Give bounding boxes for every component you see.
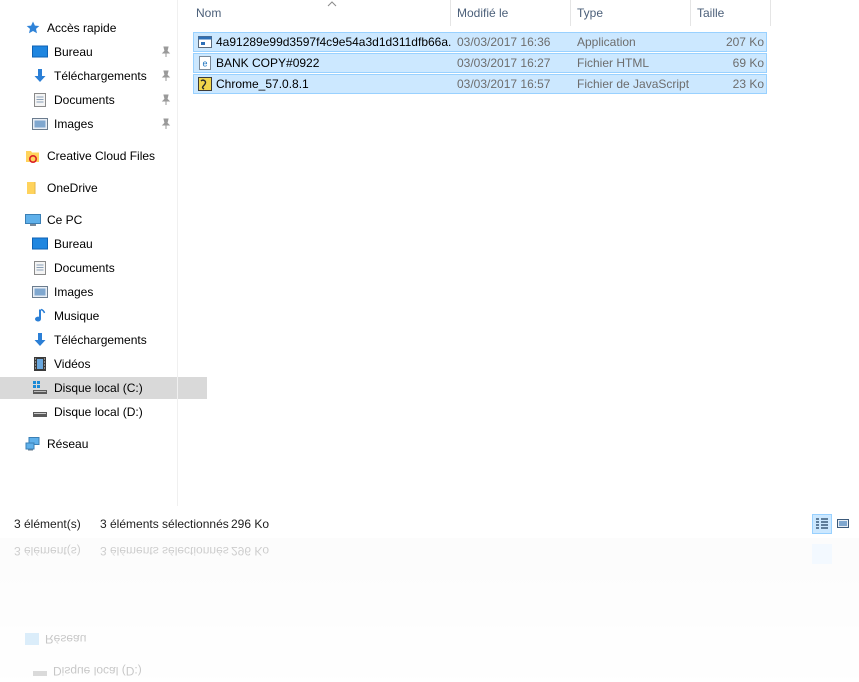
sidebar-item-quick-access[interactable]: Accès rapide <box>0 17 200 39</box>
reflection-overlay: 3 élément(s) 3 éléments sélectionnés 296… <box>0 538 859 682</box>
javascript-file-icon <box>198 77 212 91</box>
file-modified: 03/03/2017 16:57 <box>457 77 551 91</box>
images-icon <box>32 284 48 300</box>
svg-text:e: e <box>202 59 207 69</box>
sidebar-item-pc-videos[interactable]: Vidéos <box>0 353 207 375</box>
sidebar-item-quick-bureau[interactable]: Bureau <box>0 41 207 63</box>
sidebar-item-pc-images[interactable]: Images <box>0 281 207 303</box>
item-count: 3 élément(s) <box>14 517 81 531</box>
sidebar-item-disque-c[interactable]: Disque local (C:) <box>0 377 207 399</box>
selection-size: 296 Ko <box>231 517 270 531</box>
sidebar-item-pc-bureau[interactable]: Bureau <box>0 233 207 255</box>
file-name[interactable]: 4a91289e99d3597f4c9e54a3d1d311dfb66a... <box>216 33 452 51</box>
creative-cloud-folder-icon <box>25 148 41 164</box>
download-icon <box>32 332 48 348</box>
navigation-pane: Accès rapide Bureau Téléchargements Docu… <box>0 0 207 506</box>
reflected-selection-count: 3 éléments sélectionnés <box>100 544 229 558</box>
videos-icon <box>32 356 48 372</box>
pin-icon[interactable] <box>161 46 171 58</box>
sidebar-item-pc-telechargements[interactable]: Téléchargements <box>0 329 207 351</box>
large-icons-view-button[interactable] <box>834 514 854 534</box>
reflected-item-count: 3 élément(s) <box>14 544 81 558</box>
file-name[interactable]: Chrome_57.0.8.1 <box>216 75 452 93</box>
file-size: 207 Ko <box>725 35 764 49</box>
sort-ascending-icon <box>327 0 337 17</box>
application-icon <box>198 35 212 49</box>
file-size: 23 Ko <box>732 77 764 91</box>
file-modified: 03/03/2017 16:27 <box>457 56 551 70</box>
pin-icon[interactable] <box>161 118 171 130</box>
reflected-drive-icon <box>33 671 47 676</box>
images-icon <box>32 116 48 132</box>
sidebar-item-reseau[interactable]: Réseau <box>0 433 200 455</box>
sidebar-item-quick-documents[interactable]: Documents <box>0 89 207 111</box>
music-icon <box>32 308 48 324</box>
sidebar-item-onedrive[interactable]: OneDrive <box>0 177 200 199</box>
sidebar-item-disque-d[interactable]: Disque local (D:) <box>0 401 207 423</box>
onedrive-folder-icon <box>25 180 41 196</box>
sidebar-item-ce-pc[interactable]: Ce PC <box>0 209 200 231</box>
reflected-drive-d-label: Disque local (D:) <box>53 664 142 678</box>
reflected-view-button <box>812 544 832 564</box>
file-row[interactable]: Chrome_57.0.8.1 03/03/2017 16:57 Fichier… <box>193 74 767 94</box>
reflected-network-icon <box>25 633 39 645</box>
column-header-name[interactable]: Nom <box>190 0 451 26</box>
column-header-size[interactable]: Taille <box>691 0 771 26</box>
file-name[interactable]: BANK COPY#0922 <box>216 54 452 72</box>
file-type: Fichier HTML <box>577 56 650 70</box>
column-header-modified[interactable]: Modifié le <box>451 0 571 26</box>
large-icons-view-icon <box>836 516 850 533</box>
file-size: 69 Ko <box>732 56 764 70</box>
sidebar-item-pc-musique[interactable]: Musique <box>0 305 207 327</box>
sidebar-item-quick-images[interactable]: Images <box>0 113 207 135</box>
computer-icon <box>25 212 41 228</box>
documents-icon <box>32 92 48 108</box>
desktop-icon <box>32 236 48 252</box>
column-header-bar: Nom Modifié le Type Taille <box>178 0 859 26</box>
drive-c-icon <box>32 380 48 396</box>
reflected-selection-size: 296 Ko <box>231 544 270 558</box>
reflection-content: 3 élément(s) 3 éléments sélectionnés 296… <box>0 538 859 682</box>
sidebar-item-quick-telechargements[interactable]: Téléchargements <box>0 65 207 87</box>
documents-icon <box>32 260 48 276</box>
file-modified: 03/03/2017 16:36 <box>457 35 551 49</box>
selection-count: 3 éléments sélectionnés <box>100 517 229 531</box>
details-view-icon <box>815 517 829 534</box>
pin-icon[interactable] <box>161 70 171 82</box>
html-file-icon: e <box>198 56 212 70</box>
download-icon <box>32 68 48 84</box>
desktop-icon <box>32 44 48 60</box>
pin-icon[interactable] <box>161 94 171 106</box>
network-icon <box>25 436 41 452</box>
column-divider[interactable] <box>770 0 771 26</box>
file-type: Application <box>577 35 636 49</box>
details-view-button[interactable] <box>812 514 832 534</box>
sidebar-item-creative-cloud[interactable]: Creative Cloud Files <box>0 145 200 167</box>
pane-divider[interactable] <box>177 0 178 506</box>
drive-d-icon <box>32 404 48 420</box>
column-header-type[interactable]: Type <box>571 0 691 26</box>
file-type: Fichier de JavaScript <box>577 77 690 91</box>
file-row[interactable]: 4a91289e99d3597f4c9e54a3d1d311dfb66a... … <box>193 32 767 52</box>
file-row[interactable]: e BANK COPY#0922 03/03/2017 16:27 Fichie… <box>193 53 767 73</box>
sidebar-item-pc-documents[interactable]: Documents <box>0 257 207 279</box>
star-icon <box>25 20 41 36</box>
reflected-network-label: Réseau <box>45 632 87 646</box>
status-bar: 3 élément(s) 3 éléments sélectionnés 296… <box>0 506 859 540</box>
